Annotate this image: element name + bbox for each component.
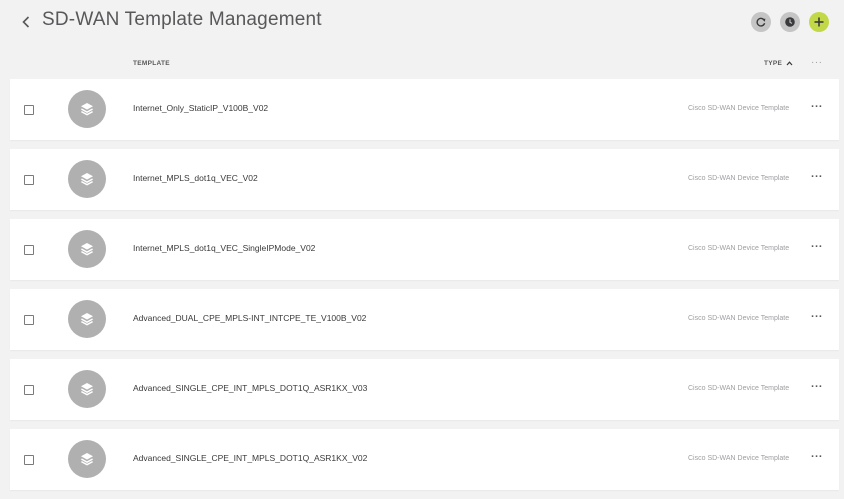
column-type[interactable]: TYPE [764, 60, 793, 67]
row-more-button[interactable]: ··· [811, 171, 823, 183]
history-icon [785, 17, 795, 27]
template-type: Cisco SD-WAN Device Template [688, 385, 790, 392]
add-template-button[interactable] [809, 12, 829, 32]
back-button[interactable] [19, 13, 33, 31]
template-avatar [68, 90, 106, 128]
template-avatar [68, 440, 106, 478]
template-avatar [68, 300, 106, 338]
template-type: Cisco SD-WAN Device Template [688, 245, 790, 252]
layers-icon [81, 243, 93, 256]
row-checkbox[interactable] [24, 315, 34, 325]
template-type: Cisco SD-WAN Device Template [688, 455, 790, 462]
template-list: Internet_Only_StaticIP_V100B_V02 Cisco S… [10, 79, 839, 499]
template-type: Cisco SD-WAN Device Template [688, 105, 790, 112]
row-checkbox[interactable] [24, 385, 34, 395]
template-name[interactable]: Internet_MPLS_dot1q_VEC_SingleIPMode_V02 [133, 243, 315, 253]
layers-icon [81, 453, 93, 466]
layers-icon [81, 383, 93, 396]
template-name[interactable]: Advanced_SINGLE_CPE_INT_MPLS_DOT1Q_ASR1K… [133, 383, 367, 393]
column-header: TEMPLATE TYPE ··· [0, 57, 844, 71]
layers-icon [81, 103, 93, 116]
row-more-button[interactable]: ··· [811, 311, 823, 323]
row-more-button[interactable]: ··· [811, 101, 823, 113]
template-avatar [68, 230, 106, 268]
column-type-label: TYPE [764, 60, 783, 67]
column-options-button[interactable]: ··· [811, 57, 823, 68]
template-row[interactable]: Internet_Only_StaticIP_V100B_V02 Cisco S… [10, 79, 839, 140]
row-checkbox[interactable] [24, 105, 34, 115]
page-header: SD-WAN Template Management [0, 0, 844, 46]
sort-ascending-icon [786, 61, 793, 66]
template-name[interactable]: Advanced_DUAL_CPE_MPLS-INT_INTCPE_TE_V10… [133, 313, 366, 323]
history-button[interactable] [780, 12, 800, 32]
template-name[interactable]: Internet_MPLS_dot1q_VEC_V02 [133, 173, 258, 183]
template-type: Cisco SD-WAN Device Template [688, 315, 790, 322]
template-row[interactable]: Internet_MPLS_dot1q_VEC_V02 Cisco SD-WAN… [10, 149, 839, 210]
template-row[interactable]: Advanced_DUAL_CPE_MPLS-INT_INTCPE_TE_V10… [10, 289, 839, 350]
layers-icon [81, 173, 93, 186]
row-checkbox[interactable] [24, 455, 34, 465]
refresh-button[interactable] [751, 12, 771, 32]
row-more-button[interactable]: ··· [811, 241, 823, 253]
template-type: Cisco SD-WAN Device Template [688, 175, 790, 182]
template-avatar [68, 370, 106, 408]
template-row[interactable]: Advanced_SINGLE_CPE_INT_MPLS_DOT1Q_ASR1K… [10, 429, 839, 490]
column-template[interactable]: TEMPLATE [133, 60, 170, 67]
row-checkbox[interactable] [24, 175, 34, 185]
row-checkbox[interactable] [24, 245, 34, 255]
layers-icon [81, 313, 93, 326]
template-row[interactable]: Advanced_SINGLE_CPE_INT_MPLS_DOT1Q_ASR1K… [10, 359, 839, 420]
template-name[interactable]: Advanced_SINGLE_CPE_INT_MPLS_DOT1Q_ASR1K… [133, 453, 367, 463]
row-more-button[interactable]: ··· [811, 451, 823, 463]
row-more-button[interactable]: ··· [811, 381, 823, 393]
template-row[interactable]: Internet_MPLS_dot1q_VEC_SingleIPMode_V02… [10, 219, 839, 280]
refresh-icon [756, 17, 766, 27]
plus-icon [814, 17, 824, 27]
template-avatar [68, 160, 106, 198]
page-title: SD-WAN Template Management [42, 9, 322, 30]
template-name[interactable]: Internet_Only_StaticIP_V100B_V02 [133, 103, 268, 113]
chevron-left-icon [22, 16, 30, 28]
